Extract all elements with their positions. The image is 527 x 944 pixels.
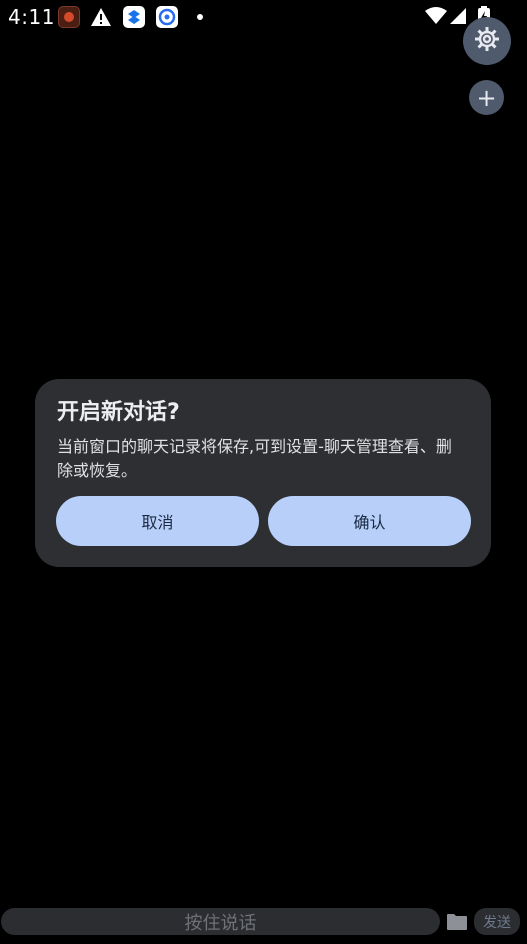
cancel-button[interactable]: 取消 [56, 496, 259, 546]
warning-icon [90, 6, 112, 28]
dialog-message: 当前窗口的聊天记录将保存,可到设置-聊天管理查看、删除或恢复。 [57, 437, 452, 480]
chat-input-bar: 按住说话 发送 [0, 908, 527, 936]
send-button[interactable]: 发送 [474, 908, 520, 935]
plus-icon: + [476, 83, 497, 112]
dropbox-app-icon [123, 6, 145, 28]
messenger-app-icon [156, 6, 178, 28]
signal-icon [448, 6, 468, 30]
folder-icon[interactable] [446, 913, 468, 935]
new-chat-button[interactable]: + [469, 80, 504, 115]
confirm-button[interactable]: 确认 [268, 496, 471, 546]
hold-to-talk-button[interactable]: 按住说话 [1, 908, 440, 935]
app-notification-icon [58, 6, 80, 28]
status-time: 4:11 [8, 5, 55, 29]
dialog-title: 开启新对话? [57, 400, 180, 425]
settings-button[interactable] [463, 17, 511, 65]
dialog-actions: 取消 确认 [56, 496, 471, 546]
notification-dot-icon [197, 14, 203, 20]
new-chat-dialog: 开启新对话? 当前窗口的聊天记录将保存,可到设置-聊天管理查看、删除或恢复。 取… [35, 379, 491, 567]
gear-icon [474, 26, 500, 56]
status-bar: 4:11 [0, 0, 527, 34]
wifi-icon [424, 6, 448, 30]
